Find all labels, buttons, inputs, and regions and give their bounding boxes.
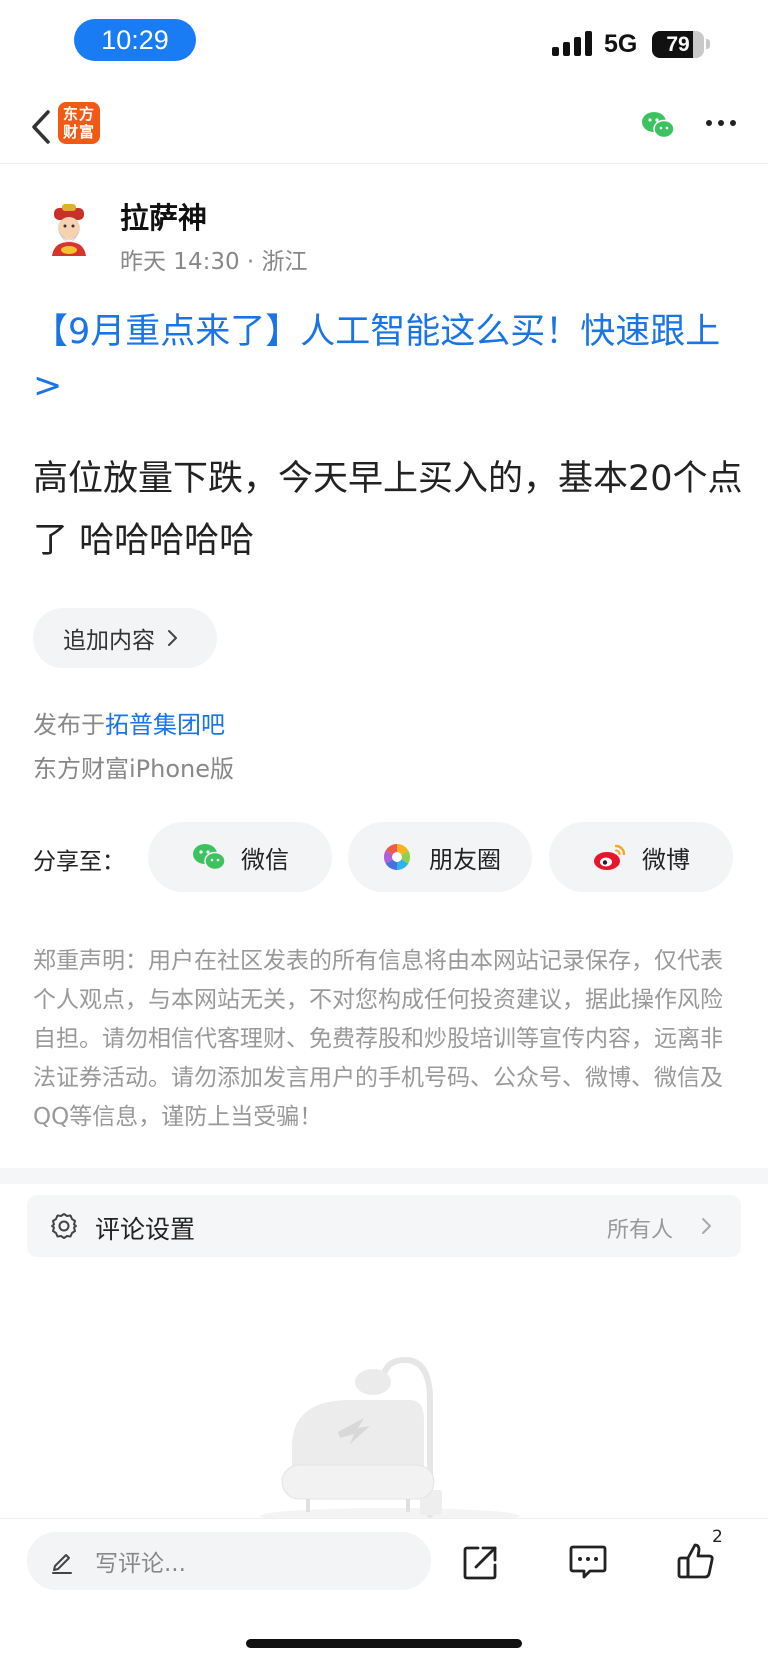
chevron-right-icon [702,1218,711,1234]
status-time: 10:29 [74,19,196,61]
avatar[interactable] [40,202,98,260]
author-header: 拉萨神 昨天 14:30 · 浙江 [0,180,768,290]
more-options-icon[interactable] [706,120,736,128]
share-row: 分享至： 微信 朋友圈 微博 [33,822,738,892]
pencil-icon [52,1554,72,1574]
client-source: 东方财富iPhone版 [33,755,235,783]
comment-input-placeholder: 写评论... [95,1551,186,1577]
posted-in-bar-link[interactable]: 拓普集团吧 [105,711,225,739]
share-moments-button[interactable]: 朋友圈 [348,822,532,892]
comment-settings-label: 评论设置 [95,1215,196,1244]
share-wechat-button[interactable]: 微信 [148,822,332,892]
comment-settings-value: 所有人 [607,1218,674,1243]
share-moments-label: 朋友圈 [429,845,501,874]
comment-input[interactable]: 写评论... [27,1532,431,1590]
post-body: 高位放量下跌，今天早上买入的，基本20个点了 哈哈哈哈哈 [33,459,743,561]
wechat-share-icon[interactable] [640,110,676,140]
nav-bar: 东方 财富 [0,90,768,164]
append-content-button[interactable]: 追加内容 [33,608,217,668]
weibo-icon [594,844,626,870]
section-divider [0,1168,768,1184]
post-meta: 昨天 14:30 · 浙江 [120,249,308,275]
promo-link[interactable]: 【9月重点来了】人工智能这么买！快速跟上> [33,305,733,413]
app-logo-line2: 财富 [62,123,95,141]
cellular-signal-icon [552,30,592,56]
share-wechat-label: 微信 [241,845,289,874]
battery-level: 79 [666,32,690,56]
posted-in-prefix: 发布于 [33,711,105,739]
moments-icon [383,843,411,871]
share-icon[interactable] [462,1543,500,1581]
battery-icon: 79 [652,31,704,58]
comment-icon[interactable] [568,1543,608,1581]
gear-icon [51,1213,77,1239]
chevron-right-icon [168,630,177,646]
comment-settings-row[interactable]: 评论设置 所有人 [27,1195,741,1257]
bottom-action-bar: 写评论... 2 [0,1518,768,1662]
like-thumbs-up-icon[interactable] [676,1541,716,1581]
share-weibo-label: 微博 [642,845,690,874]
share-label: 分享至： [33,849,125,875]
posted-in: 发布于拓普集团吧 [33,705,225,740]
app-logo-line1: 东方 [62,105,95,123]
app-logo[interactable]: 东方 财富 [58,102,100,144]
back-arrow-icon[interactable] [26,108,56,146]
author-name[interactable]: 拉萨神 [120,195,207,237]
home-indicator[interactable] [246,1639,522,1648]
battery-tip [706,39,710,49]
disclaimer: 郑重声明：用户在社区发表的所有信息将由本网站记录保存，仅代表个人观点，与本网站无… [33,948,723,1130]
share-weibo-button[interactable]: 微博 [549,822,733,892]
wechat-icon [193,844,226,871]
status-bar: 10:29 5G 79 [0,0,768,90]
append-content-label: 追加内容 [63,628,155,654]
like-count: 2 [712,1527,723,1547]
network-type: 5G [604,30,638,58]
empty-comments-illustration [260,1356,520,1520]
